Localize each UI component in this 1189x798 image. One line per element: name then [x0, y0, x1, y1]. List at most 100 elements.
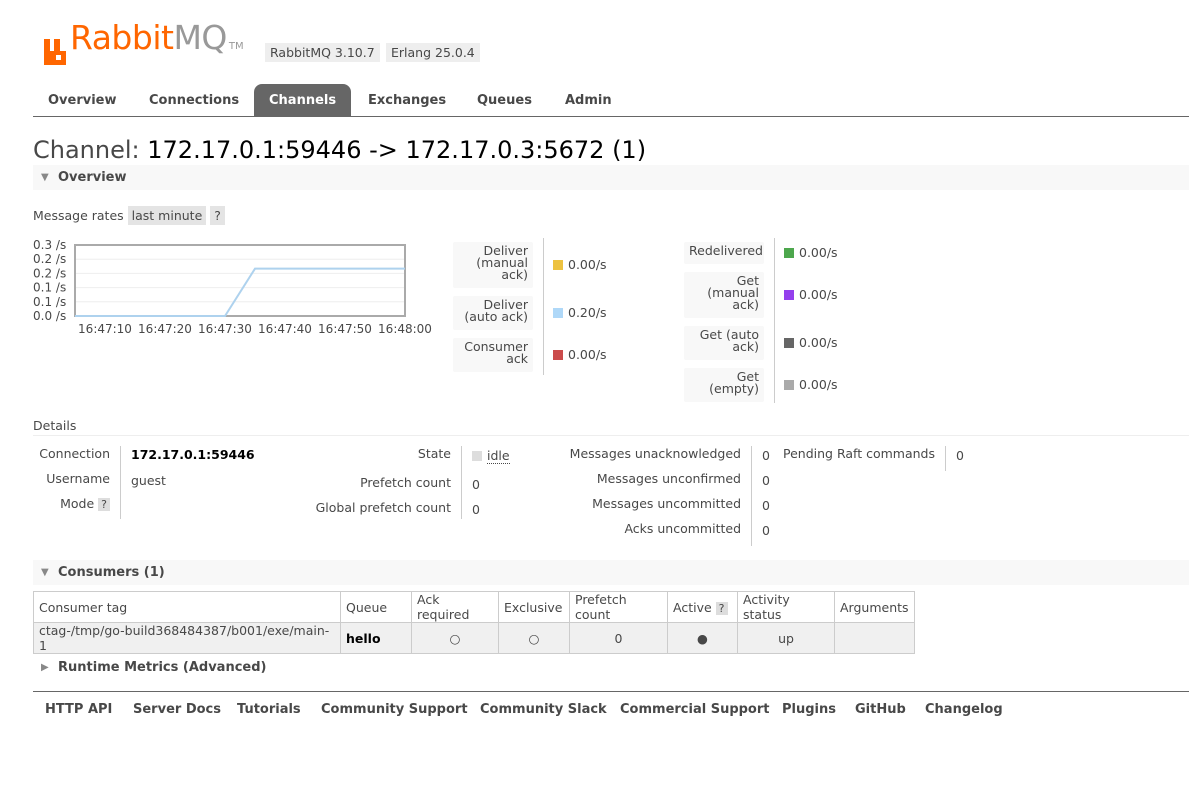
y-tick-label: 0.1 /s: [33, 295, 66, 309]
get-rate-value[interactable]: 0.00/s: [784, 287, 838, 302]
collapse-triangle-icon: ▼: [41, 567, 49, 578]
pending-raft-label: Pending Raft commands: [783, 446, 935, 461]
message-rates-label: Message rates last minute ?: [33, 206, 225, 225]
state-indicator-icon: [472, 451, 482, 461]
col-ack-required: Ack required: [411, 591, 499, 623]
acks-uncommitted-value: 0: [762, 523, 770, 538]
series-swatch-icon: [553, 349, 563, 360]
y-tick-label: 0.1 /s: [33, 281, 66, 295]
chart-svg: 0.3 /s0.2 /s0.2 /s0.1 /s0.1 /s0.0 /s16:4…: [33, 238, 432, 336]
queue-link[interactable]: hello: [340, 622, 412, 654]
tab-admin[interactable]: Admin: [550, 84, 627, 116]
y-tick-label: 0.3 /s: [33, 240, 66, 252]
rate-value-text: 0.00/s: [799, 245, 838, 260]
username-value: guest: [131, 473, 166, 488]
rate-value-text: 0.00/s: [799, 335, 838, 350]
consumers-section-toggle[interactable]: ▼ Consumers (1): [33, 560, 1189, 585]
consumer-tag-cell: ctag-/tmp/go-build368484387/b001/exe/mai…: [33, 622, 341, 654]
x-tick-label: 16:48:00: [378, 322, 432, 336]
series-swatch-icon: [553, 307, 563, 318]
deliver-rate-value[interactable]: 0.00/s: [553, 257, 607, 272]
tab-connections[interactable]: Connections: [134, 84, 254, 116]
mode-label: Mode ?: [33, 496, 110, 511]
runtime-metrics-toggle[interactable]: ▶ Runtime Metrics (Advanced): [33, 655, 1189, 680]
footer: HTTP API Server Docs Tutorials Community…: [33, 691, 1189, 717]
y-tick-label: 0.2 /s: [33, 266, 66, 280]
deliver-rate-label: Deliver (manual ack): [453, 242, 533, 288]
series-swatch-icon: [784, 379, 794, 390]
footer-link-plugins[interactable]: Plugins: [782, 702, 836, 717]
unconfirmed-label: Messages unconfirmed: [596, 471, 741, 486]
footer-link-tutorials[interactable]: Tutorials: [237, 702, 301, 717]
get-rate-value[interactable]: 0.00/s: [784, 245, 838, 260]
x-tick-label: 16:47:50: [318, 322, 372, 336]
footer-link-http-api[interactable]: HTTP API: [45, 702, 112, 717]
get-rate-value[interactable]: 0.00/s: [784, 335, 838, 350]
table-row: ctag-/tmp/go-build368484387/b001/exe/mai…: [33, 622, 915, 654]
tab-channels[interactable]: Channels: [254, 84, 352, 116]
exclusive-cell: ○: [498, 622, 570, 654]
series-swatch-icon: [784, 337, 794, 348]
erlang-version-badge: Erlang 25.0.4: [386, 43, 480, 62]
col-arguments: Arguments: [834, 591, 915, 623]
active-cell: ●: [667, 622, 738, 654]
get-rate-label: Get (auto ack): [684, 326, 764, 360]
tab-queues[interactable]: Queues: [462, 84, 547, 116]
footer-link-github[interactable]: GitHub: [855, 702, 906, 717]
state-value: idle: [472, 448, 510, 464]
rate-value-text: 0.00/s: [568, 257, 607, 272]
prefetch-count-label: Prefetch count: [360, 475, 451, 490]
rate-value-text: 0.00/s: [568, 347, 607, 362]
global-prefetch-label: Global prefetch count: [315, 500, 451, 515]
rate-value-text: 0.00/s: [799, 287, 838, 302]
deliver-rate-label: Deliver (auto ack): [453, 296, 533, 330]
deliver-rate-value[interactable]: 0.20/s: [553, 305, 607, 320]
x-tick-label: 16:47:20: [138, 322, 192, 336]
mode-help-button[interactable]: ?: [98, 498, 110, 511]
active-help-button[interactable]: ?: [715, 601, 728, 615]
col-active: Active ?: [667, 591, 738, 623]
rabbitmq-logo[interactable]: RabbitMQ TM: [44, 20, 244, 65]
connection-link[interactable]: 172.17.0.1:59446: [131, 447, 255, 462]
prefetch-cell: 0: [569, 622, 668, 654]
get-rate-label: Get (manual ack): [684, 272, 764, 318]
footer-link-server-docs[interactable]: Server Docs: [133, 702, 221, 717]
plot-border: [74, 244, 406, 317]
logo-wordmark: RabbitMQ TM: [70, 18, 244, 57]
deliver-rate-value[interactable]: 0.00/s: [553, 347, 607, 362]
connection-label: Connection: [39, 446, 110, 461]
unconfirmed-value: 0: [762, 473, 770, 488]
unacked-label: Messages unacknowledged: [569, 446, 741, 461]
footer-link-changelog[interactable]: Changelog: [925, 702, 1003, 717]
x-tick-label: 16:47:30: [198, 322, 252, 336]
footer-link-community-support[interactable]: Community Support: [321, 702, 468, 717]
tab-overview[interactable]: Overview: [33, 84, 132, 116]
tab-exchanges[interactable]: Exchanges: [353, 84, 461, 116]
col-consumer-tag: Consumer tag: [33, 591, 341, 623]
pending-raft-value: 0: [956, 448, 964, 463]
table-header-row: Consumer tag Queue Ack required Exclusiv…: [33, 591, 915, 623]
rates-divider: [543, 238, 544, 375]
expand-triangle-icon: ▶: [41, 662, 49, 673]
col-prefetch-count: Prefetch count: [569, 591, 668, 623]
get-rate-value[interactable]: 0.00/s: [784, 377, 838, 392]
series-line: [75, 267, 405, 317]
get-rate-label: Get (empty): [684, 368, 764, 402]
username-label: Username: [46, 471, 110, 486]
x-tick-label: 16:47:10: [78, 322, 132, 336]
rates-help-button[interactable]: ?: [210, 206, 225, 225]
rate-value-text: 0.20/s: [568, 305, 607, 320]
col-exclusive: Exclusive: [498, 591, 570, 623]
x-tick-label: 16:47:40: [258, 322, 312, 336]
details-heading: Details: [33, 418, 77, 433]
overview-section-toggle[interactable]: ▼ Overview: [33, 165, 1189, 190]
footer-link-commercial-support[interactable]: Commercial Support: [620, 702, 770, 717]
main-nav: Overview Connections Channels Exchanges …: [33, 84, 1189, 117]
rate-value-text: 0.00/s: [799, 377, 838, 392]
uncommitted-label: Messages uncommitted: [592, 496, 741, 511]
rates-period-selector[interactable]: last minute: [127, 206, 207, 225]
acks-uncommitted-label: Acks uncommitted: [624, 521, 741, 536]
footer-link-community-slack[interactable]: Community Slack: [480, 702, 607, 717]
activity-status-cell: up: [737, 622, 835, 654]
details-separator: [33, 435, 1189, 436]
